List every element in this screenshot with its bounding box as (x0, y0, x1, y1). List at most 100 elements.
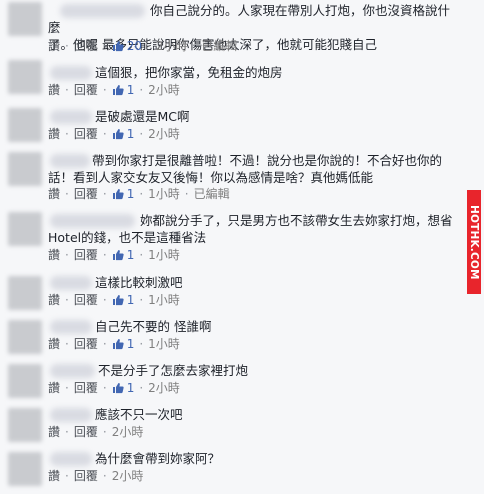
thumbs-up-icon[interactable] (112, 40, 124, 52)
timestamp[interactable]: 2小時 (156, 39, 188, 53)
edited-label[interactable]: 已編輯 (194, 187, 230, 201)
comment-item: 自己先不要的 怪誰啊讚 · 回覆 · 1 · 1小時 (0, 316, 460, 362)
separator-dot: · (65, 39, 69, 53)
separator-dot: · (102, 187, 107, 201)
avatar[interactable] (8, 364, 42, 398)
comment-text: 不是分手了怎麼去家裡打炮 (98, 363, 249, 378)
comment-text: 這個狠，把你家當，免租金的炮房 (95, 65, 283, 80)
separator-dot: · (102, 381, 107, 395)
commenter-name-redacted[interactable] (50, 408, 92, 422)
thumbs-up-icon[interactable] (112, 249, 124, 261)
reply-button[interactable]: 回覆 (74, 381, 98, 395)
avatar[interactable] (8, 408, 42, 442)
reply-button[interactable]: 回覆 (74, 425, 98, 439)
comment-item: 不是分手了怎麼去家裡打炮讚 · 回覆 · 1 · 2小時 (0, 360, 460, 406)
timestamp[interactable]: 1小時 (148, 187, 180, 201)
avatar[interactable] (8, 276, 42, 310)
avatar[interactable] (8, 152, 42, 186)
comment-item: 應該不只一次吧讚 · 回覆 · 2小時 (0, 404, 460, 450)
timestamp[interactable]: 2小時 (148, 83, 180, 97)
timestamp[interactable]: 2小時 (112, 425, 144, 439)
timestamp[interactable]: 1小時 (148, 337, 180, 351)
edited-label[interactable]: 已編輯 (201, 39, 237, 53)
separator-dot: · (65, 83, 69, 97)
reply-button[interactable]: 回覆 (74, 469, 98, 483)
thumbs-up-icon[interactable] (112, 84, 124, 96)
like-button[interactable]: 讚 (48, 469, 60, 483)
watermark-logo: HOTHK.COM (467, 190, 481, 294)
comment-actions: 讚 · 回覆 · 2小時 (48, 424, 143, 440)
separator-dot: · (102, 248, 107, 262)
avatar[interactable] (8, 2, 42, 36)
commenter-name-redacted[interactable] (50, 452, 92, 466)
like-button[interactable]: 讚 (48, 337, 60, 351)
timestamp[interactable]: 2小時 (112, 469, 144, 483)
reply-button[interactable]: 回覆 (74, 83, 98, 97)
reply-button[interactable]: 回覆 (74, 293, 98, 307)
like-button[interactable]: 讚 (48, 83, 60, 97)
commenter-name-redacted[interactable] (50, 320, 92, 334)
avatar[interactable] (8, 108, 42, 142)
comment-actions: 讚 · 回覆 · 1 · 2小時 (48, 126, 180, 142)
separator-dot: · (102, 127, 107, 141)
separator-dot: · (139, 293, 144, 307)
commenter-name-redacted[interactable] (50, 66, 92, 80)
reply-button[interactable]: 回覆 (74, 187, 98, 201)
comment-text: 應該不只一次吧 (95, 407, 183, 422)
like-button[interactable]: 讚 (48, 187, 60, 201)
comment-actions: 讚 · 回覆 · 1 · 1小時 · 已編輯 (48, 186, 230, 202)
timestamp[interactable]: 2小時 (148, 381, 180, 395)
commenter-name-redacted[interactable] (50, 276, 92, 290)
like-button[interactable]: 讚 (48, 248, 60, 262)
comment-actions: 讚 · 回覆 · 2小時 (48, 468, 143, 484)
comment-actions: 讚 · 回覆 · 1 · 1小時 (48, 247, 180, 263)
like-count[interactable]: 20 (127, 39, 142, 53)
separator-dot: · (184, 187, 189, 201)
comment-text: 妳都說分手了，只是男方也不該帶女生去妳家打炮，想省 Hotel的錢，也不是這種省… (48, 213, 453, 245)
separator-dot: · (102, 39, 107, 53)
comment-actions: 讚 · 回覆 · 20 · 2小時 · 已編輯 (48, 38, 237, 54)
thumbs-up-icon[interactable] (112, 294, 124, 306)
comment-actions: 讚 · 回覆 · 1 · 1小時 (48, 336, 180, 352)
like-button[interactable]: 讚 (48, 381, 60, 395)
comment-text: 這樣比較刺激吧 (95, 275, 183, 290)
separator-dot: · (65, 127, 69, 141)
separator-dot: · (65, 469, 69, 483)
like-button[interactable]: 讚 (48, 39, 60, 53)
separator-dot: · (102, 337, 107, 351)
thumbs-up-icon[interactable] (112, 338, 124, 350)
like-button[interactable]: 讚 (48, 425, 60, 439)
comment-item: 你自己說分的。人家現在帶別人打炮，你也沒資格說什麼 了。他呢 最多只能說明你傷害… (0, 0, 460, 53)
separator-dot: · (139, 248, 144, 262)
like-button[interactable]: 讚 (48, 127, 60, 141)
avatar[interactable] (8, 320, 42, 354)
separator-dot: · (102, 293, 107, 307)
comment-item: 妳都說分手了，只是男方也不該帶女生去妳家打炮，想省 Hotel的錢，也不是這種省… (0, 208, 460, 262)
comment-actions: 讚 · 回覆 · 1 · 2小時 (48, 380, 180, 396)
thumbs-up-icon[interactable] (112, 188, 124, 200)
reply-button[interactable]: 回覆 (74, 248, 98, 262)
separator-dot: · (139, 381, 144, 395)
separator-dot: · (192, 39, 197, 53)
thumbs-up-icon[interactable] (112, 382, 124, 394)
comment-item: 這個狠，把你家當，免租金的炮房讚 · 回覆 · 1 · 2小時 (0, 58, 460, 104)
avatar[interactable] (8, 212, 42, 246)
reply-button[interactable]: 回覆 (74, 127, 98, 141)
reply-button[interactable]: 回覆 (74, 337, 98, 351)
like-button[interactable]: 讚 (48, 293, 60, 307)
comment-item: 帶到你家打是很離普啦！不過！說分也是你說的！不合好也你的 話！看到人家交女友又後… (0, 148, 460, 201)
separator-dot: · (102, 469, 107, 483)
avatar[interactable] (8, 452, 42, 486)
separator-dot: · (65, 187, 69, 201)
separator-dot: · (102, 425, 107, 439)
avatar[interactable] (8, 60, 42, 94)
commenter-name-redacted[interactable] (50, 364, 95, 378)
comment-text: 是破處還是MC啊 (95, 109, 190, 124)
thumbs-up-icon[interactable] (112, 128, 124, 140)
timestamp[interactable]: 1小時 (148, 293, 180, 307)
comment-item: 為什麼會帶到妳家阿？ 讚 · 回覆 · 2小時 (0, 448, 460, 494)
timestamp[interactable]: 2小時 (148, 127, 180, 141)
commenter-name-redacted[interactable] (50, 110, 92, 124)
reply-button[interactable]: 回覆 (74, 39, 98, 53)
timestamp[interactable]: 1小時 (148, 248, 180, 262)
